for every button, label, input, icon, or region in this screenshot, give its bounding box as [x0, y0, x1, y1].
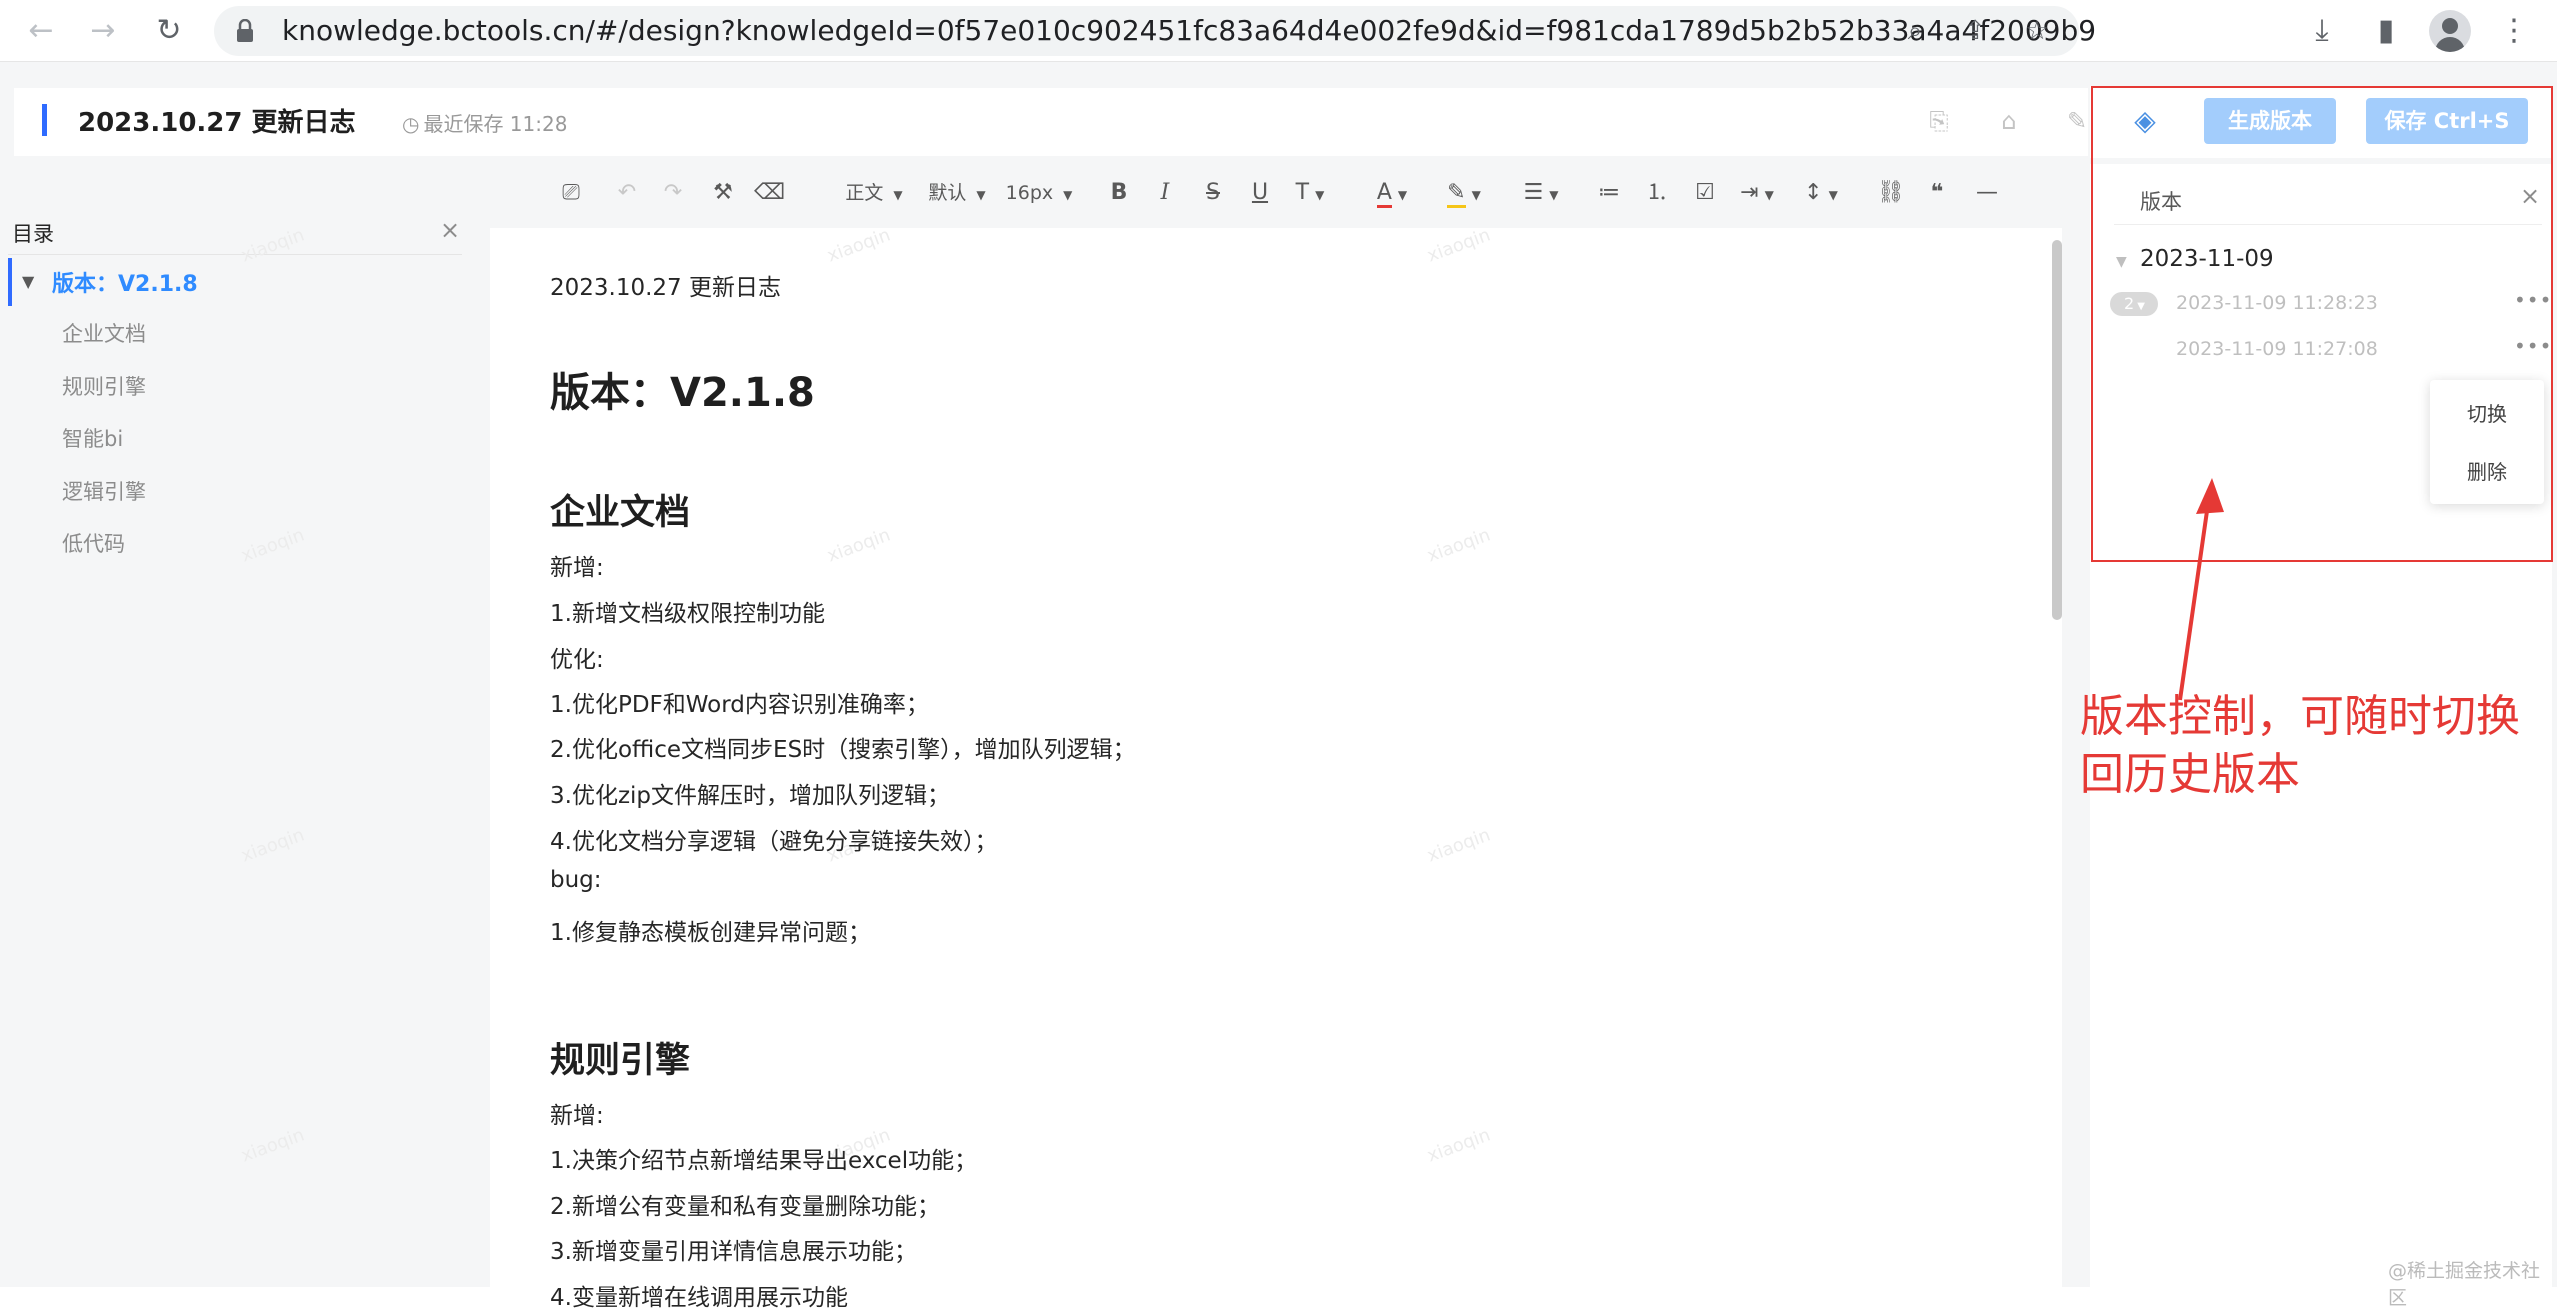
eraser-icon[interactable]: ⌫ [754, 176, 785, 210]
doc-paragraph[interactable]: 3.新增变量引用详情信息展示功能； [550, 1232, 917, 1266]
chevron-down-icon: ▼ [1471, 188, 1481, 202]
doc-paragraph[interactable]: 2.新增公有变量和私有变量删除功能； [550, 1187, 940, 1221]
font-value: 默认 [928, 182, 967, 204]
outline-item[interactable]: 逻辑引擎 [62, 476, 146, 506]
quote-icon[interactable]: ❝ [1922, 176, 1952, 210]
doc-heading-version[interactable]: 版本：V2.1.8 [550, 360, 815, 418]
tag-icon[interactable]: ⌂ [1994, 106, 2024, 136]
indent-icon[interactable]: ⇥ ▼ [1732, 176, 1782, 210]
chevron-down-icon: ▼ [1315, 188, 1325, 202]
zoom-icon[interactable]: ⌕ [1898, 14, 1932, 48]
outline-item[interactable]: 低代码 [62, 528, 125, 558]
doc-paragraph[interactable]: bug: [550, 867, 602, 893]
chevron-down-icon: ▼ [1063, 188, 1073, 202]
outline-item[interactable]: 规则引擎 [62, 371, 146, 401]
superscript-glyph: T [1295, 180, 1310, 205]
outline-item[interactable]: 企业文档 [62, 318, 146, 348]
doc-paragraph[interactable]: 优化: [550, 640, 604, 674]
undo-icon[interactable]: ↶ [612, 176, 642, 210]
font-color-glyph: A [1376, 180, 1392, 208]
share-icon[interactable]: ⇪ [1958, 14, 1992, 48]
star-icon[interactable]: ☆ [2020, 14, 2054, 48]
save-status: ◷ 最近保存 11:28 [402, 108, 567, 137]
font-size-select[interactable]: 16px ▼ [1000, 176, 1078, 210]
corner-watermark: @稀土掘金技术社区 [2388, 1260, 2541, 1309]
highlight-glyph: ✎ [1447, 180, 1466, 208]
reload-icon[interactable]: ↻ [148, 10, 190, 52]
outline-divider [8, 254, 462, 255]
doc-paragraph[interactable]: 1.决策介绍节点新增结果导出excel功能； [550, 1141, 977, 1175]
font-color-icon[interactable]: A ▼ [1370, 176, 1414, 210]
chevron-down-icon: ▼ [1764, 188, 1774, 202]
doc-paragraph[interactable]: 1.新增文档级权限控制功能 [550, 594, 825, 628]
paragraph-value: 正文 [845, 182, 884, 204]
underline-icon[interactable]: U [1245, 176, 1275, 210]
document-title[interactable]: 2023.10.27 更新日志 [78, 102, 356, 139]
chevron-down-icon: ▼ [893, 188, 903, 202]
highlight-color-icon[interactable]: ✎ ▼ [1440, 176, 1488, 210]
browser-toolbar: ← → ↻ knowledge.bctools.cn/#/design?know… [0, 0, 2557, 62]
back-icon[interactable]: ← [20, 10, 62, 52]
annotation-text: 版本控制，可随时切换回历史版本 [2080, 691, 2520, 800]
forward-icon[interactable]: → [82, 10, 124, 52]
doc-paragraph[interactable]: 1.优化PDF和Word内容识别准确率； [550, 685, 929, 719]
divider-icon[interactable]: — [1972, 176, 2002, 210]
chevron-down-icon: ▼ [976, 188, 986, 202]
align-icon[interactable]: ☰ ▼ [1516, 176, 1566, 210]
url-text[interactable]: knowledge.bctools.cn/#/design?knowledgeI… [282, 6, 2096, 56]
chevron-down-icon: ▼ [1549, 188, 1559, 202]
doc-paragraph[interactable]: 新增: [550, 1096, 604, 1130]
font-select[interactable]: 默认 ▼ [924, 176, 990, 210]
folder-move-icon[interactable]: ⎘ [1924, 106, 1954, 136]
save-status-text: 最近保存 11:28 [423, 112, 568, 136]
doc-title-line[interactable]: 2023.10.27 更新日志 [550, 268, 781, 302]
checklist-icon[interactable]: ☑ [1690, 176, 1720, 210]
format-clear-icon[interactable]: ⎚ [554, 176, 588, 210]
doc-heading-section[interactable]: 企业文档 [550, 484, 690, 535]
chevron-down-icon: ▼ [1397, 188, 1408, 202]
doc-paragraph[interactable]: 3.优化zip文件解压时，增加队列逻辑； [550, 776, 950, 810]
clock-icon: ◷ [402, 112, 420, 136]
outline-panel: 目录 × ▼ 版本：V2.1.8 企业文档 规则引擎 智能bi 逻辑引擎 低代码 [0, 210, 470, 810]
caret-down-icon[interactable]: ▼ [22, 272, 34, 291]
strikethrough-icon[interactable]: S [1198, 176, 1228, 210]
redo-icon[interactable]: ↷ [658, 176, 688, 210]
outline-close-icon[interactable]: × [440, 216, 460, 244]
doc-paragraph[interactable]: 2.优化office文档同步ES时（搜索引擎），增加队列逻辑； [550, 730, 1136, 764]
font-size-value: 16px [1005, 182, 1054, 204]
lock-icon [237, 19, 253, 42]
outline-item[interactable]: 智能bi [62, 423, 123, 453]
italic-icon[interactable]: I [1150, 176, 1180, 210]
address-bar[interactable]: knowledge.bctools.cn/#/design?knowledgeI… [214, 6, 2096, 56]
editor-scrollbar[interactable] [2052, 240, 2062, 620]
document-header: 2023.10.27 更新日志 ◷ 最近保存 11:28 ⎘ ⌂ ✎ [14, 88, 2088, 156]
edit-icon[interactable]: ✎ [2062, 106, 2092, 136]
annotation-highlight-box [2091, 86, 2553, 562]
doc-paragraph[interactable]: 新增: [550, 548, 604, 582]
doc-paragraph[interactable]: 4.优化文档分享逻辑（避免分享链接失效）； [550, 822, 997, 856]
title-accent-bar [42, 104, 47, 136]
bold-icon[interactable]: B [1104, 176, 1134, 210]
doc-heading-section[interactable]: 规则引擎 [550, 1032, 690, 1083]
doc-paragraph[interactable]: 4.变量新增在线调用展示功能 [550, 1278, 848, 1312]
editor-toolbar: ⎚ ↶ ↷ ⚒ ⌫ 正文 ▼ 默认 ▼ 16px ▼ B I S U T ▼ A ▼ ✎ ▼… [548, 170, 2000, 216]
menu-icon[interactable]: ⋮ [2493, 10, 2535, 52]
download-icon[interactable]: ⤓ [2301, 10, 2343, 52]
line-height-icon[interactable]: ↕ ▼ [1796, 176, 1846, 210]
outline-heading: 目录 [12, 222, 54, 246]
link-icon[interactable]: ⛓ [1876, 176, 1906, 210]
annotation-arrow-icon [2178, 478, 2224, 701]
profile-icon[interactable] [2429, 10, 2471, 52]
doc-paragraph[interactable]: 1.修复静态模板创建异常问题； [550, 913, 871, 947]
chevron-down-icon: ▼ [1828, 188, 1838, 202]
sidepanel-icon[interactable]: ▮ [2365, 10, 2407, 52]
numbered-list-icon[interactable]: ⒈ [1642, 176, 1672, 210]
outline-item-version[interactable]: 版本：V2.1.8 [52, 266, 198, 298]
outline-active-indicator [8, 258, 12, 306]
bullet-list-icon[interactable]: ≔ [1594, 176, 1624, 210]
superscript-icon[interactable]: T ▼ [1288, 176, 1332, 210]
paragraph-select[interactable]: 正文 ▼ [834, 176, 914, 210]
format-painter-icon[interactable]: ⚒ [708, 176, 738, 210]
